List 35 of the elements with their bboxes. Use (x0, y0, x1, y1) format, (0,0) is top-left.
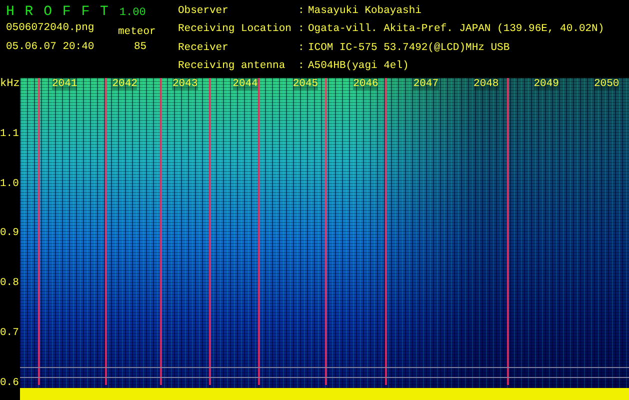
axis-label: 0.8 (0, 277, 19, 290)
axis-unit: kHz (0, 78, 20, 90)
info-label: Receiving Location (178, 23, 292, 38)
axis-label: 1.1 (0, 128, 19, 140)
meteor-count: 85 (133, 41, 148, 53)
time-label: 2042 (112, 78, 138, 90)
info-separator: : (298, 42, 306, 56)
axis-label: 0.7 (0, 326, 19, 339)
date-time: 05.06.07 20:40 (6, 41, 96, 53)
info-label: Observer (178, 5, 230, 19)
info-value: ICOM IC-575 53.7492(@LCD)MHz USB (308, 42, 511, 56)
axis-label: 1.0 (0, 178, 19, 190)
time-label: 2043 (172, 78, 198, 90)
time-label: 2050 (594, 78, 620, 90)
time-label: 2045 (292, 78, 318, 90)
info-value: A504HB(yagi 4el) (308, 60, 410, 74)
info-separator: : (298, 5, 306, 19)
time-label: 2041 (52, 78, 78, 90)
axis-label: 0.6 (0, 376, 19, 388)
version-number: 1.00 (119, 7, 146, 19)
app-title: H R O F F T (6, 4, 110, 20)
info-value: Ogata-vill. Akita-Pref. JAPAN (139.96E, 40.02N) (308, 23, 604, 38)
axis-label: 0.9 (0, 227, 19, 240)
time-label: 2046 (353, 78, 378, 90)
time-label: 2048 (474, 78, 499, 90)
info-separator: : (298, 23, 306, 38)
info-label: Receiver (178, 42, 230, 56)
info-label: Receiving antenna (178, 60, 286, 74)
time-label: 2044 (232, 78, 258, 90)
info-value: Masayuki Kobayashi (308, 5, 422, 19)
meteor-label: meteor (118, 26, 157, 38)
time-label: 2049 (534, 78, 559, 90)
info-separator: : (298, 60, 306, 74)
time-label: 2047 (413, 78, 439, 90)
file-name: 0506072040.png (6, 22, 96, 34)
